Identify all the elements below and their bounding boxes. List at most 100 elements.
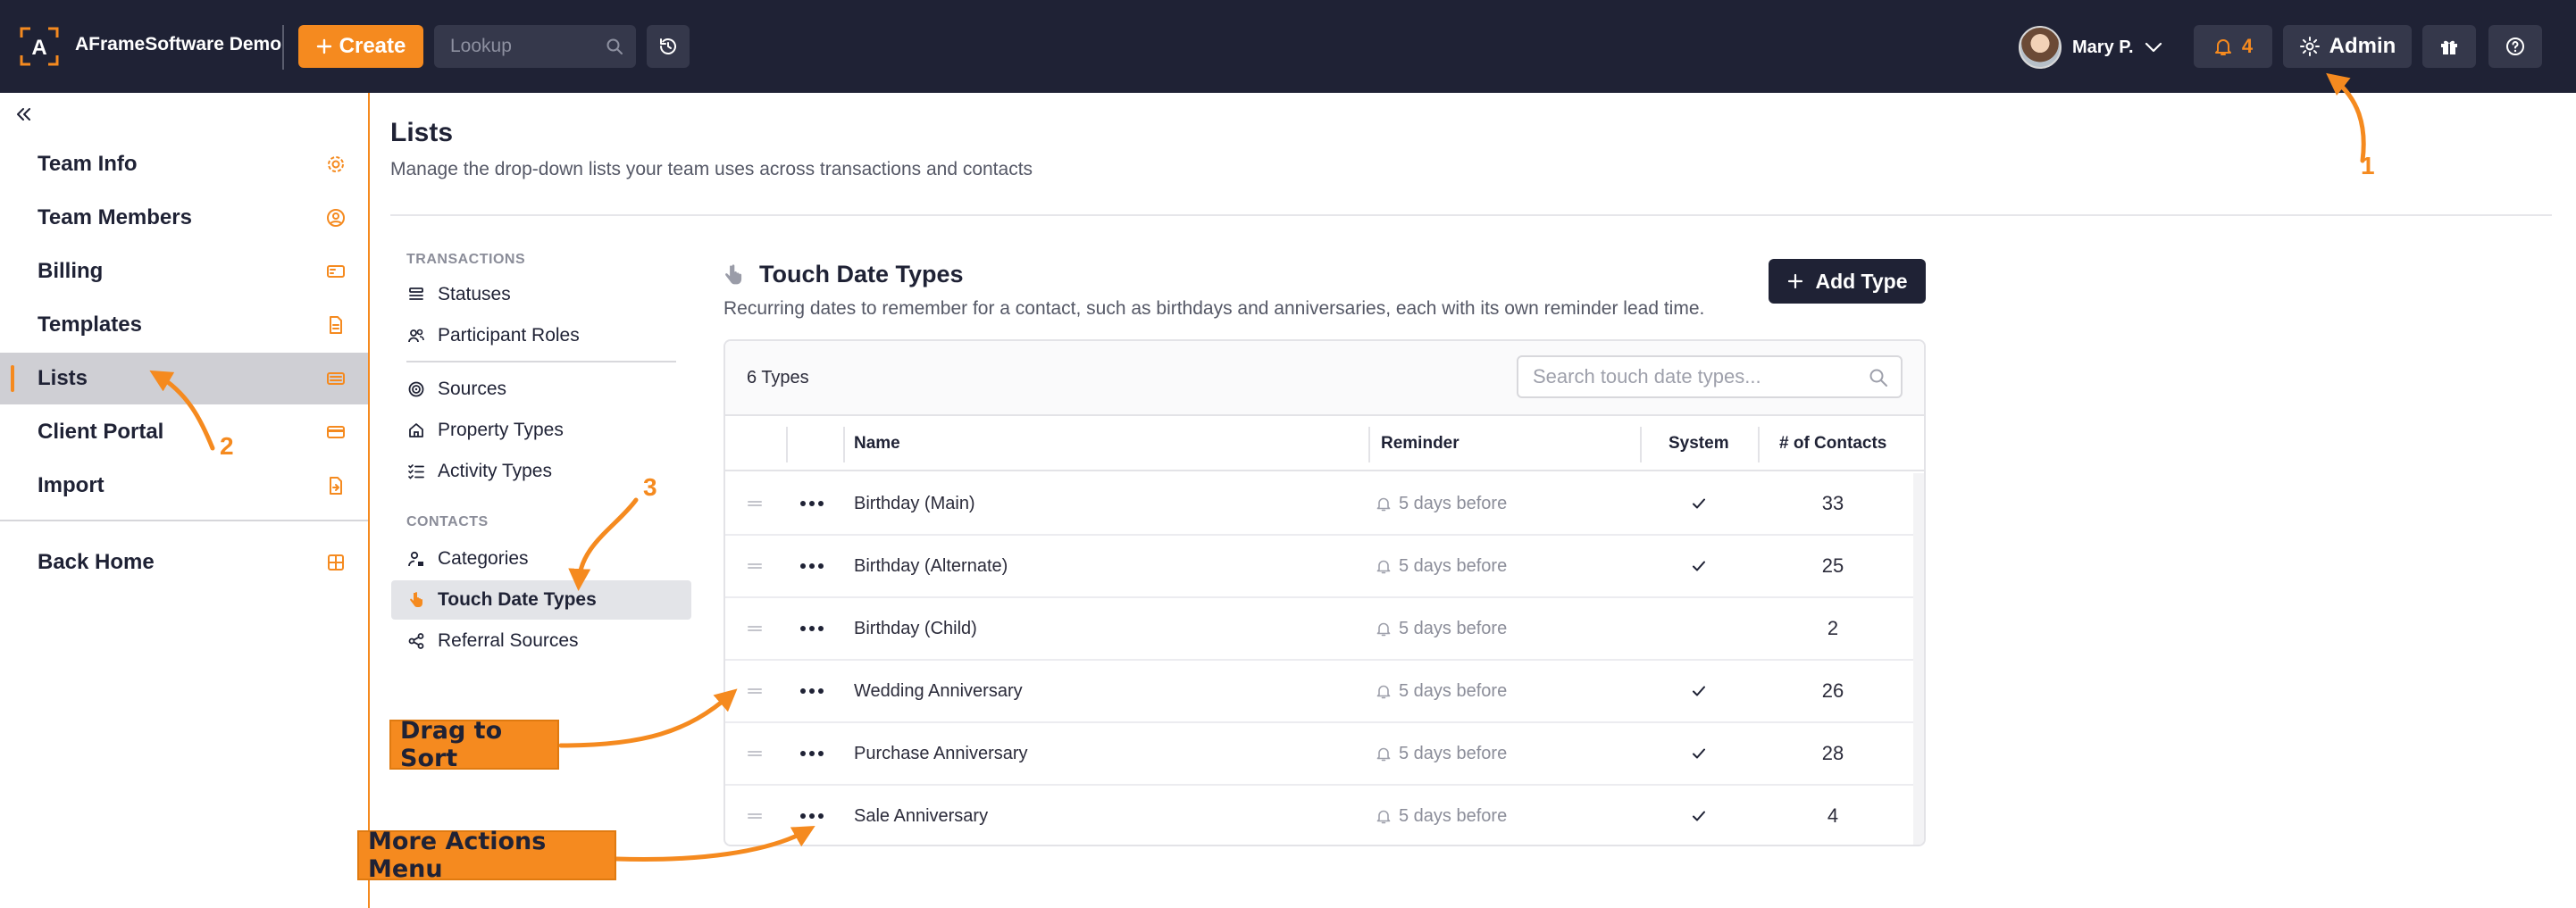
subnav-item-touch-date-types[interactable]: Touch Date Types xyxy=(391,580,691,620)
sidebar-divider xyxy=(0,520,368,521)
table-toolbar: 6 Types xyxy=(725,341,1924,416)
subnav-item-categories[interactable]: Categories xyxy=(391,539,691,579)
type-count: 6 Types xyxy=(747,368,809,387)
sidebar-item-back-home[interactable]: Back Home xyxy=(0,537,368,588)
table-row: Purchase Anniversary 5 days before 28 xyxy=(725,723,1913,786)
subnav-item-statuses[interactable]: Statuses xyxy=(391,275,691,314)
page-title: Lists xyxy=(390,118,454,147)
history-button[interactable] xyxy=(647,25,690,68)
check-icon xyxy=(1693,498,1705,509)
sidebar-item-team-info[interactable]: Team Info xyxy=(0,138,368,190)
system-cell xyxy=(1672,661,1726,721)
column-divider xyxy=(786,427,788,462)
table-scrollbar[interactable] xyxy=(1913,473,1924,845)
bell-icon xyxy=(2214,39,2231,55)
subnav-divider xyxy=(406,361,676,362)
section-title: Touch Date Types xyxy=(722,261,964,288)
search-icon xyxy=(1869,369,1887,387)
reminder-cell: 5 days before xyxy=(1376,723,1507,784)
create-label: Create xyxy=(339,34,406,58)
gear-icon xyxy=(2299,37,2320,56)
user-menu[interactable]: Mary P. xyxy=(2019,25,2162,70)
admin-button[interactable]: Admin xyxy=(2283,25,2412,68)
drag-handle[interactable] xyxy=(747,598,763,659)
history-icon xyxy=(660,38,676,54)
annotation-number-1: 1 xyxy=(2361,152,2375,179)
lookup-input[interactable] xyxy=(434,25,604,68)
drag-handle[interactable] xyxy=(747,786,763,845)
types-table-card: 6 Types Name Reminder System # of Contac… xyxy=(723,339,1926,846)
sidebar-item-lists[interactable]: Lists xyxy=(0,353,368,404)
hand-pointer-icon xyxy=(410,592,422,607)
column-header-contacts[interactable]: # of Contacts xyxy=(1779,418,1886,470)
subnav-item-referral-sources[interactable]: Referral Sources xyxy=(391,621,691,661)
table-row: Birthday (Alternate) 5 days before 25 xyxy=(725,536,1913,598)
sidebar-item-import[interactable]: Import xyxy=(0,460,368,512)
add-type-button[interactable]: Add Type xyxy=(1769,259,1926,304)
subnav-item-property-types[interactable]: Property Types xyxy=(391,411,691,450)
search-box[interactable] xyxy=(1517,355,1903,398)
more-actions-button[interactable] xyxy=(799,723,827,784)
checklist-icon xyxy=(408,464,424,479)
more-horizontal-icon xyxy=(800,501,824,506)
sidebar-item-templates[interactable]: Templates xyxy=(0,299,368,351)
aframe-logo-icon[interactable]: A xyxy=(20,27,59,66)
contact-count: 25 xyxy=(1821,554,1844,577)
drag-handle-icon xyxy=(748,563,762,569)
contact-count: 26 xyxy=(1821,679,1844,702)
avatar xyxy=(2019,26,2062,69)
check-icon xyxy=(1693,686,1705,696)
drag-handle[interactable] xyxy=(747,473,763,534)
plus-icon xyxy=(316,38,331,54)
table-row: Wedding Anniversary 5 days before 26 xyxy=(725,661,1913,723)
create-button[interactable]: Create xyxy=(298,25,423,68)
sidebar-item-label: Templates xyxy=(38,312,142,337)
sidebar-item-label: Back Home xyxy=(38,550,155,574)
user-name: Mary P. xyxy=(2072,37,2134,57)
subnav-heading-transactions: TRANSACTIONS xyxy=(406,252,526,267)
bell-icon xyxy=(1376,685,1391,699)
chevron-down-icon xyxy=(2145,42,2162,53)
more-actions-button[interactable] xyxy=(799,536,827,596)
column-header-system[interactable]: System xyxy=(1669,418,1729,470)
gift-button[interactable] xyxy=(2422,25,2476,68)
system-cell xyxy=(1672,473,1726,534)
notifications-button[interactable]: 4 xyxy=(2194,25,2272,68)
column-header-reminder[interactable]: Reminder xyxy=(1381,418,1459,470)
reminder-cell: 5 days before xyxy=(1376,786,1507,845)
sidebar: Team Info Team Members Billing Templates… xyxy=(0,93,370,908)
sidebar-item-billing[interactable]: Billing xyxy=(0,246,368,297)
home-icon xyxy=(409,423,423,437)
help-button[interactable] xyxy=(2488,25,2542,68)
share-icon xyxy=(408,633,424,649)
user-tag-icon xyxy=(408,551,423,567)
more-actions-button[interactable] xyxy=(799,473,827,534)
collapse-sidebar-icon[interactable] xyxy=(13,104,34,125)
sidebar-item-label: Billing xyxy=(38,259,104,283)
lookup-box[interactable] xyxy=(434,25,636,68)
top-bar: A AFrameSoftware Demo Create Mary P. 4 A… xyxy=(0,0,2576,93)
sidebar-item-client-portal[interactable]: Client Portal xyxy=(0,406,368,458)
drag-handle[interactable] xyxy=(747,661,763,721)
check-icon xyxy=(1693,748,1705,759)
subnav-item-sources[interactable]: Sources xyxy=(391,370,691,409)
more-actions-button[interactable] xyxy=(799,598,827,659)
column-divider xyxy=(1758,427,1760,462)
bell-icon xyxy=(1376,560,1391,574)
add-type-label: Add Type xyxy=(1815,269,1908,293)
subnav-item-participant-roles[interactable]: Participant Roles xyxy=(391,316,691,355)
reminder-text: 5 days before xyxy=(1399,680,1508,701)
more-actions-button[interactable] xyxy=(799,661,827,721)
search-input[interactable] xyxy=(1518,357,1867,396)
type-name: Purchase Anniversary xyxy=(854,743,1028,763)
search-icon xyxy=(606,38,623,54)
annotation-number-3: 3 xyxy=(643,473,657,501)
sidebar-item-team-members[interactable]: Team Members xyxy=(0,192,368,244)
more-actions-button[interactable] xyxy=(799,786,827,845)
drag-handle-icon xyxy=(748,626,762,631)
grid-icon xyxy=(328,554,344,571)
drag-handle[interactable] xyxy=(747,536,763,596)
column-header-name[interactable]: Name xyxy=(854,418,900,470)
drag-handle[interactable] xyxy=(747,723,763,784)
reminder-text: 5 days before xyxy=(1399,743,1508,763)
